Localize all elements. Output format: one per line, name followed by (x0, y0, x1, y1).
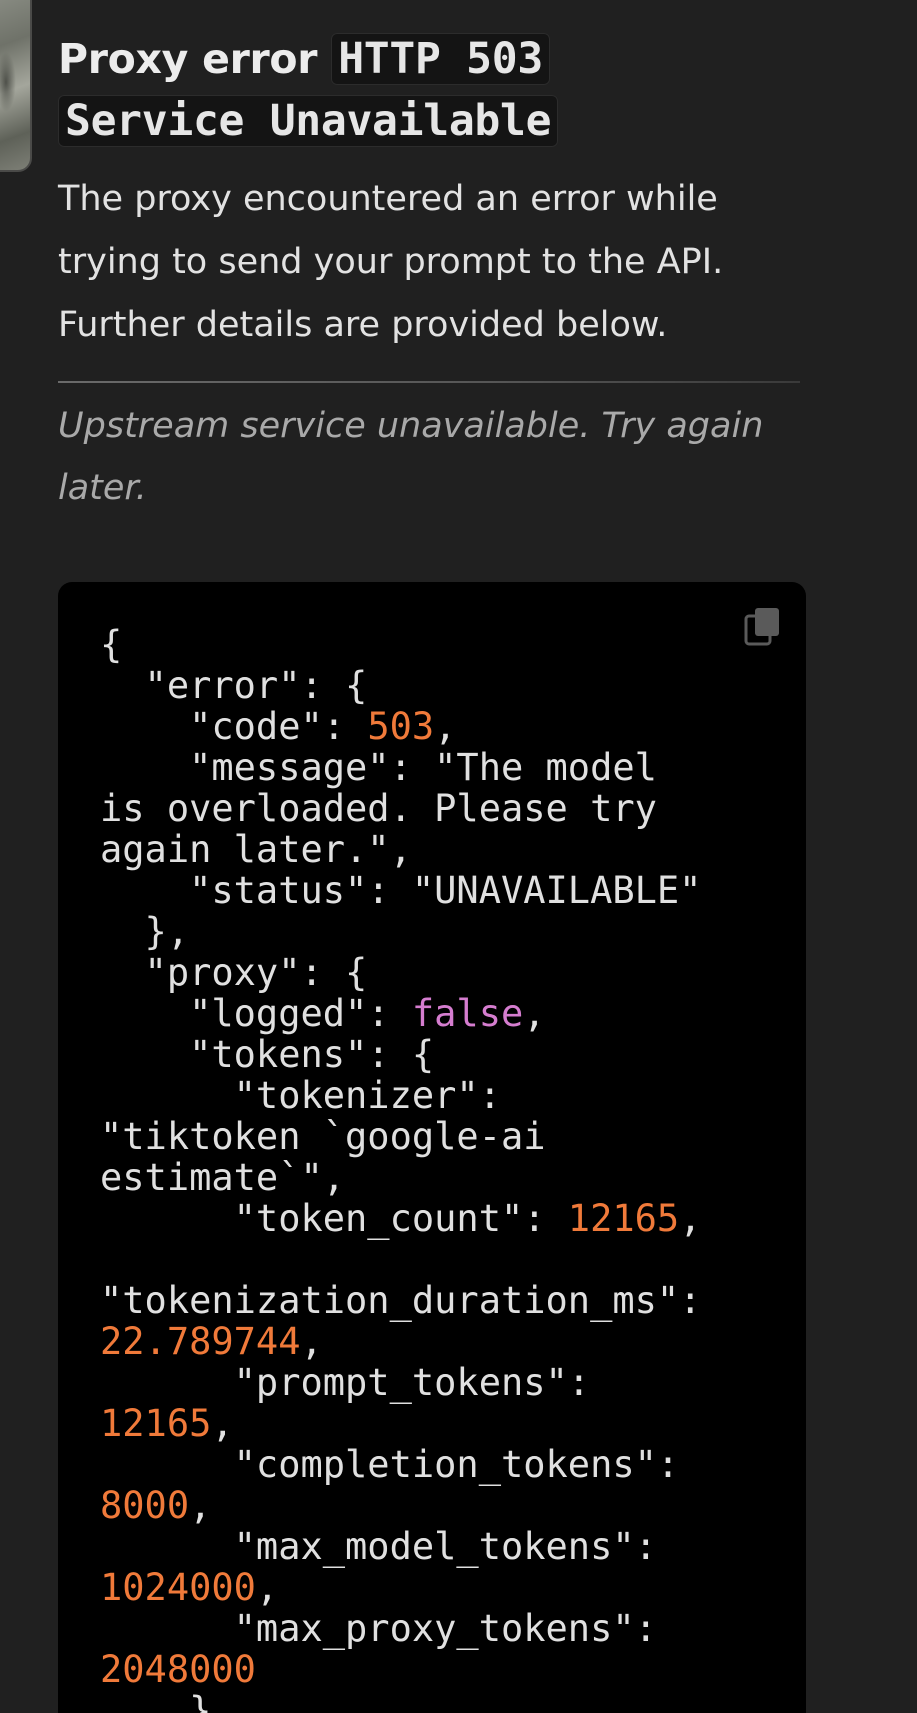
json-text: "status": "UNAVAILABLE" (100, 869, 702, 912)
json-text: "tokens": { (100, 1033, 435, 1076)
code-line: 22.789744, (100, 1320, 323, 1363)
json-text: "code": (100, 705, 368, 748)
json-text: , (679, 1197, 702, 1240)
code-line: "tiktoken `google-ai (100, 1115, 546, 1158)
json-text: "token_count": (100, 1197, 568, 1240)
description-line: trying to send your prompt to the API. (58, 242, 724, 282)
code-line: "status": "UNAVAILABLE" (100, 869, 701, 912)
status-code-line-2: Service Unavailable (65, 96, 552, 146)
code-line: "prompt_tokens": (100, 1361, 590, 1404)
json-number: 8000 (100, 1484, 190, 1527)
json-text: , (300, 1320, 323, 1363)
code-line: "max_proxy_tokens": (100, 1607, 657, 1650)
error-message: Proxy error HTTP 503 Service Unavailable… (58, 0, 818, 519)
json-text: "tokenizer": (100, 1074, 501, 1117)
json-text: "logged": (100, 992, 412, 1035)
json-text: "tokenization_duration_ms": (100, 1279, 702, 1322)
json-text: "prompt_tokens": (100, 1361, 591, 1404)
status-code-line-1: HTTP 503 (338, 34, 543, 84)
json-number: 503 (367, 705, 435, 748)
json-text: "proxy": { (100, 951, 368, 994)
json-number: 22.789744 (100, 1320, 301, 1363)
code-line: } (100, 1689, 211, 1713)
json-text: is overloaded. Please try (100, 787, 657, 830)
description-line: Further details are provided below. (58, 305, 668, 345)
code-line: "tokenization_duration_ms": (100, 1279, 701, 1322)
json-number: 1024000 (100, 1566, 256, 1609)
code-line: is overloaded. Please try (100, 787, 657, 830)
json-text: }, (100, 910, 190, 953)
avatar (0, 0, 32, 172)
json-text: "error": { (100, 664, 368, 707)
code-line: 2048000 (100, 1648, 256, 1691)
json-code-block: { "error": { "code": 503, "message": "Th… (58, 582, 806, 1713)
divider (58, 381, 800, 383)
json-text: "tiktoken `google-ai (100, 1115, 546, 1158)
json-text: "max_model_tokens": (100, 1525, 657, 1568)
upstream-note: Upstream service unavailable. Try again l… (58, 395, 818, 519)
description-line: The proxy encountered an error while (58, 179, 718, 219)
code-line: "proxy": { (100, 951, 368, 994)
json-text: , (211, 1402, 234, 1445)
code-line: "token_count": 12165, (100, 1197, 702, 1240)
json-text: , (523, 992, 546, 1035)
code-line: "max_model_tokens": (100, 1525, 657, 1568)
code-line: "tokens": { (100, 1033, 434, 1076)
json-text: } (100, 1689, 212, 1713)
code-line: estimate`", (100, 1156, 345, 1199)
code-line: "message": "The model (100, 746, 657, 789)
code-line: "error": { (100, 664, 368, 707)
json-text: estimate`", (100, 1156, 346, 1199)
code-line: 12165, (100, 1402, 234, 1445)
json-text: "max_proxy_tokens": (100, 1607, 657, 1650)
note-line: Upstream service unavailable. Try again (58, 406, 764, 446)
json-number: 12165 (567, 1197, 680, 1240)
json-text: , (255, 1566, 279, 1609)
json-text: , (189, 1484, 212, 1527)
code-line: { (100, 623, 122, 666)
code-line: "logged": false, (100, 992, 546, 1035)
code-line: "code": 503, (100, 705, 456, 748)
json-text: again later.", (100, 828, 412, 871)
json-text: { (100, 623, 123, 666)
code-line: 1024000, (100, 1566, 278, 1609)
error-description: The proxy encountered an error while tryi… (58, 168, 818, 357)
note-line: later. (58, 468, 147, 508)
code-line: "tokenizer": (100, 1074, 501, 1117)
code-line: "completion_tokens": (100, 1443, 680, 1486)
page-title: Proxy error HTTP 503 Service Unavailable (58, 28, 818, 152)
title-text: Proxy error (58, 35, 318, 83)
json-text: "message": "The model (100, 746, 657, 789)
code-line: }, (100, 910, 190, 953)
json-boolean: false (411, 992, 524, 1035)
code-line: 8000, (100, 1484, 211, 1527)
json-text: , (434, 705, 457, 748)
json-content: { "error": { "code": 503, "message": "Th… (100, 624, 780, 1713)
code-line: again later.", (100, 828, 412, 871)
json-number: 2048000 (100, 1648, 256, 1691)
json-number: 12165 (100, 1402, 212, 1445)
json-text: "completion_tokens": (100, 1443, 680, 1486)
